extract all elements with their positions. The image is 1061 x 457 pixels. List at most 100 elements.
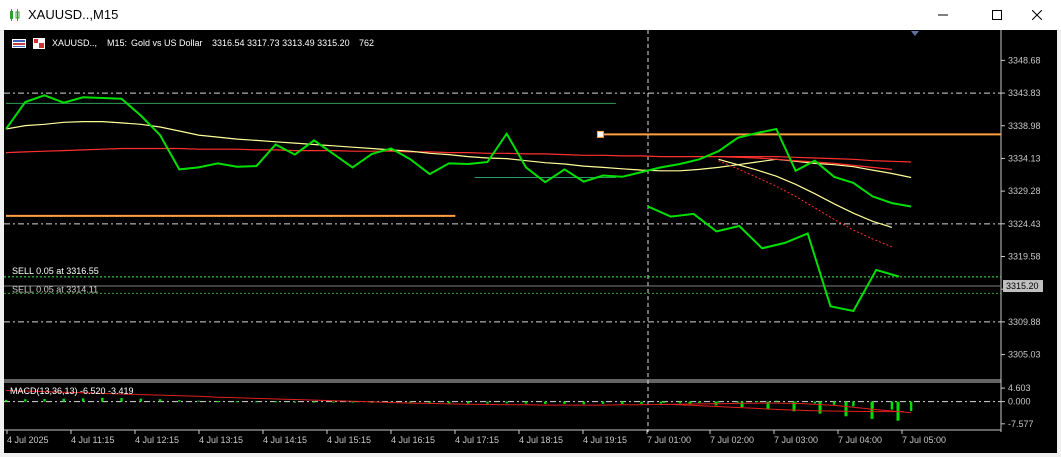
time-tick-label: 4 Jul 19:15 <box>583 435 627 445</box>
trade-list-icon[interactable] <box>12 39 26 48</box>
macd-hist-bar <box>4 399 8 402</box>
time-tick-label: 7 Jul 05:00 <box>902 435 946 445</box>
price-chart[interactable]: 3348.68 3343.83 3338.98 3334.13 3329.28 3324.… <box>4 30 1057 453</box>
price-tick-label: 3319.58 <box>1008 252 1041 262</box>
time-tick-label: 4 Jul 13:15 <box>199 435 243 445</box>
time-tick-label: 7 Jul 04:00 <box>838 435 882 445</box>
scroll-marker-icon[interactable] <box>911 31 919 36</box>
macd-hist-bar <box>818 401 822 414</box>
trade-label-sell-1: SELL 0.05 at 3316.55 <box>12 266 99 276</box>
current-price-label: 3315.20 <box>1006 281 1039 291</box>
time-tick-label: 7 Jul 03:00 <box>774 435 818 445</box>
macd-hist-bar <box>486 401 489 404</box>
macd-hist-bar <box>890 401 894 410</box>
minimize-button[interactable] <box>920 0 966 30</box>
macd-hist-bar <box>698 401 701 404</box>
chart-info-row: XAUUSD.., M15: Gold vs US Dollar 3316.54… <box>12 38 374 49</box>
macd-hist-bar <box>178 400 181 402</box>
macd-hist-bar <box>505 401 508 404</box>
ma-slow-line-ext <box>718 156 892 170</box>
macd-hist-bar <box>601 401 605 404</box>
macd-hist-bar <box>101 397 104 402</box>
trade-label-sell-2: SELL 0.05 at 3314.11 <box>12 284 98 294</box>
macd-hist-bar <box>120 398 123 402</box>
minimize-icon <box>938 14 948 16</box>
macd-hist-bar <box>563 401 566 404</box>
macd-hist-bar <box>524 401 528 404</box>
price-tick-label: 3324.43 <box>1008 219 1041 229</box>
symbol-menu-icon[interactable] <box>33 38 45 49</box>
chart-area[interactable]: 3348.68 3343.83 3338.98 3334.13 3329.28 3324.… <box>4 30 1057 453</box>
macd-hist-bar <box>332 401 335 403</box>
macd-hist-bar <box>736 401 740 403</box>
maximize-icon <box>992 10 1002 20</box>
price-tick-label: 3338.98 <box>1008 121 1041 131</box>
macd-hist-bar <box>466 401 470 404</box>
time-tick-label: 4 Jul 17:15 <box>455 435 499 445</box>
price-tick-label: 3305.03 <box>1008 350 1041 360</box>
time-tick-label: 4 Jul 16:15 <box>391 435 435 445</box>
time-tick-label: 4 Jul 18:15 <box>519 435 563 445</box>
macd-hist-bar <box>662 401 666 403</box>
time-tick-label: 4 Jul 14:15 <box>263 435 307 445</box>
macd-hist-bar <box>582 401 585 405</box>
macd-hist-bar <box>274 401 277 403</box>
macd-hist-bar <box>139 398 143 402</box>
info-symbol: XAUUSD.., <box>52 38 97 48</box>
macd-hist-bar <box>852 401 855 407</box>
macd-hist-bar <box>844 401 848 417</box>
info-description: Gold vs US Dollar <box>131 38 203 48</box>
macd-hist-bar <box>255 401 258 403</box>
time-tick-label: 4 Jul 11:15 <box>71 435 114 445</box>
macd-hist-bar <box>197 400 200 402</box>
price-tick-label: 3309.88 <box>1008 317 1041 327</box>
info-timeframe: M15: <box>107 38 127 48</box>
price-tick-label: 3329.28 <box>1008 186 1041 196</box>
info-extra: 762 <box>359 38 374 48</box>
macd-hist-bar <box>43 398 46 402</box>
price-line-ext <box>647 205 900 313</box>
price-line <box>5 94 912 208</box>
macd-hist-bar <box>62 398 65 402</box>
macd-hist-bar <box>755 401 759 403</box>
time-tick-label: 4 Jul 15:15 <box>327 435 371 445</box>
macd-hist-bar <box>158 399 162 402</box>
close-icon <box>1032 10 1042 20</box>
window-title: XAUUSD..,M15 <box>28 7 119 22</box>
time-tick-label: 7 Jul 02:00 <box>710 435 754 445</box>
macd-hist-bar <box>544 401 547 404</box>
macd-hist-bar <box>235 401 239 403</box>
time-tick-label: 7 Jul 01:00 <box>647 435 691 445</box>
macd-hist-bar <box>678 401 682 404</box>
macd-hist-bar <box>717 401 720 403</box>
macd-tick-label: -7.577 <box>1008 419 1034 429</box>
macd-hist-bar <box>216 401 220 403</box>
time-tick-label: 4 Jul 2025 <box>7 435 49 445</box>
macd-hist-bar <box>740 401 744 408</box>
macd-hist-bar <box>775 400 778 402</box>
macd-hist-bar <box>621 401 624 404</box>
macd-hist-bar <box>293 401 297 403</box>
macd-tick-label: 0.000 <box>1008 397 1031 407</box>
time-tick-label: 4 Jul 12:15 <box>135 435 179 445</box>
info-ohlc: 3316.54 3317.73 3313.49 3315.20 <box>212 38 350 48</box>
macd-hist-bar <box>24 399 27 402</box>
macd-hist-bar <box>832 401 836 405</box>
macd-hist-bar <box>640 401 643 404</box>
macd-hist-bar <box>813 401 817 404</box>
macd-hist-bar <box>659 401 662 404</box>
macd-hist-bar <box>870 401 874 419</box>
level-anchor-handle[interactable] <box>596 130 604 138</box>
window-titlebar[interactable]: XAUUSD..,M15 <box>0 0 1061 31</box>
macd-tick-label: 4.603 <box>1008 383 1031 393</box>
close-button[interactable] <box>1014 0 1060 30</box>
price-tick-label: 3348.68 <box>1008 55 1041 65</box>
macd-signal-line-ext <box>663 403 904 413</box>
chart-window-icon <box>10 9 20 21</box>
macd-hist-bar <box>447 401 451 404</box>
price-tick-label: 3334.13 <box>1008 153 1041 163</box>
macd-title: MACD(13,36,13) -6.520 -3.419 <box>10 386 134 396</box>
macd-hist-bar <box>312 401 316 403</box>
price-tick-label: 3343.83 <box>1008 88 1041 98</box>
macd-hist-bar <box>909 401 913 411</box>
